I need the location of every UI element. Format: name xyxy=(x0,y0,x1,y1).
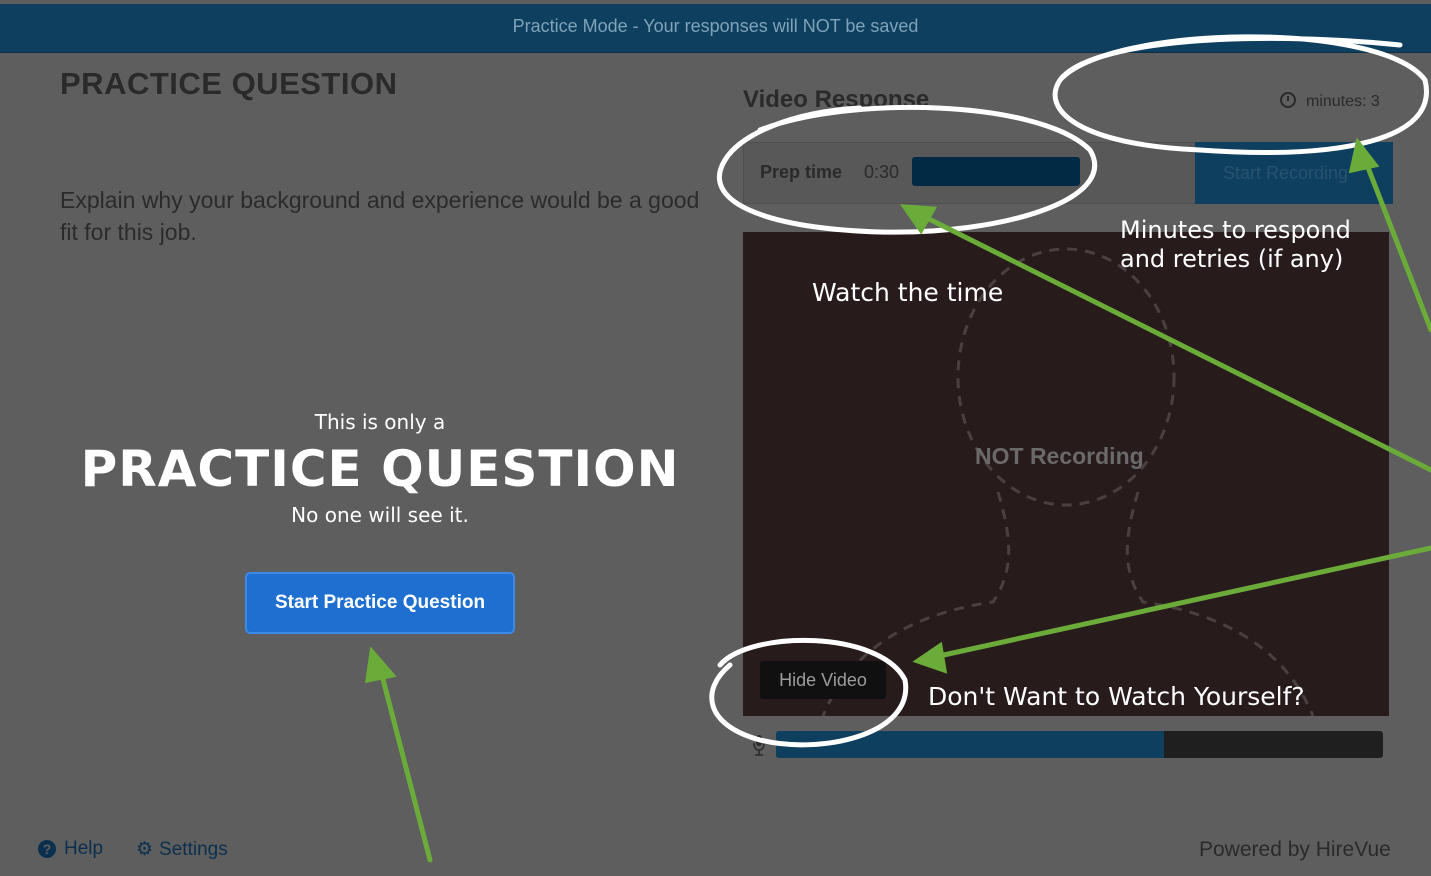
app-window: Practice Mode - Your responses will NOT … xyxy=(0,0,1431,876)
minutes-label: minutes: 3 xyxy=(1306,93,1380,110)
arrow-start-button xyxy=(375,657,433,863)
arrow-prep-time-head xyxy=(899,204,938,235)
settings-link[interactable]: ⚙ Settings xyxy=(136,838,228,861)
video-response-title: Video Response xyxy=(743,86,930,113)
practice-overlay-line3: No one will see it. xyxy=(291,503,469,527)
powered-by-text: Powered by HireVue xyxy=(1199,838,1391,861)
arrow-start-button-head xyxy=(365,646,397,684)
annotation-minutes: Minutes to respond and retries (if any) xyxy=(1120,216,1351,274)
annotation-minutes-line1: Minutes to respond xyxy=(1120,216,1351,244)
question-text: Explain why your background and experien… xyxy=(60,187,700,245)
annotation-minutes-line2: and retries (if any) xyxy=(1120,245,1344,273)
help-icon: ? xyxy=(38,840,56,858)
gear-icon: ⚙ xyxy=(136,839,154,860)
practice-overlay-line1: This is only a xyxy=(314,410,446,434)
audio-level-fill xyxy=(776,731,1164,758)
minutes-indicator: minutes: 3 xyxy=(1280,92,1380,111)
mic-icon xyxy=(753,735,765,756)
start-recording-button[interactable]: Start Recording xyxy=(1195,142,1393,204)
hide-video-button[interactable]: Hide Video xyxy=(760,661,886,699)
annotation-hide-video: Don't Want to Watch Yourself? xyxy=(928,682,1305,711)
clock-icon xyxy=(1280,92,1296,108)
help-link[interactable]: ? Help xyxy=(38,838,103,860)
settings-label: Settings xyxy=(159,839,228,860)
prep-time-progress xyxy=(912,157,1080,186)
practice-overlay-heading: PRACTICE QUESTION xyxy=(80,440,680,498)
page-title: PRACTICE QUESTION xyxy=(60,66,398,101)
annotation-watch-time: Watch the time xyxy=(812,278,1004,307)
prep-time-value: 0:30 xyxy=(864,162,900,182)
start-practice-question-button[interactable]: Start Practice Question xyxy=(245,572,515,634)
practice-mode-banner: Practice Mode - Your responses will NOT … xyxy=(0,4,1431,53)
recording-status: NOT Recording xyxy=(975,443,1144,469)
prep-time-label: Prep time xyxy=(760,162,843,182)
help-label: Help xyxy=(64,838,104,859)
